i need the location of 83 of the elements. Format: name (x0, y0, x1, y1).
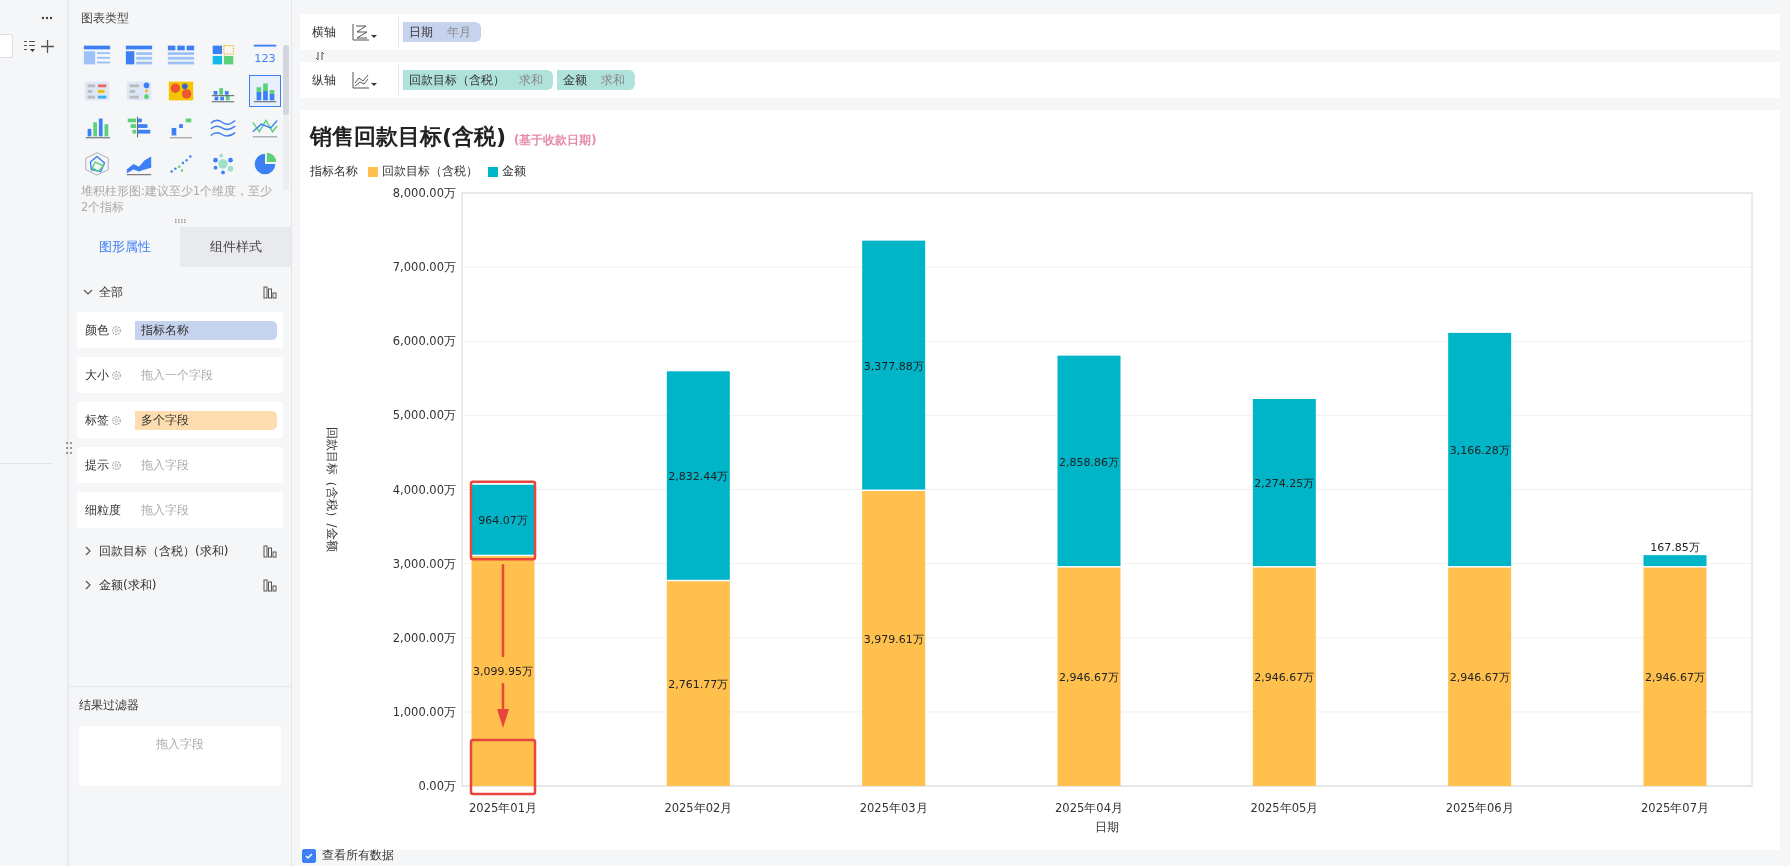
y-tick-label: 7,000.00万 (392, 260, 456, 275)
x-tick-label: 2025年02月 (664, 801, 733, 815)
y-tick-label: 8,000.00万 (392, 186, 456, 200)
sort-icon[interactable] (23, 39, 37, 53)
field-label: 颜色 (85, 321, 109, 339)
field-label: 提示 (85, 456, 109, 474)
bar-chart-icon[interactable] (263, 285, 277, 299)
data-label: 2,832.44万 (668, 470, 729, 484)
y-tick-label: 1,000.00万 (392, 704, 456, 719)
section-label: 全部 (99, 283, 124, 301)
data-label: 2,858.86万 (1059, 455, 1119, 469)
scrollbar[interactable] (283, 45, 289, 190)
field-pill[interactable]: 日期 年月 (403, 22, 481, 42)
chevron-down-icon[interactable] (83, 287, 93, 297)
chevron-right-icon[interactable] (83, 580, 93, 590)
chart-subtitle: (基于收款日期) (514, 133, 597, 148)
data-label: 2,946.67万 (1645, 670, 1705, 684)
axis-label: 纵轴 (311, 71, 337, 89)
chart-type-hint: 堆积柱形图:建议至少1个维度，至少2个指标 (81, 183, 274, 215)
field-pill[interactable]: 金额 求和 (557, 70, 635, 90)
resize-handle[interactable] (175, 219, 187, 223)
data-label: 3,099.95万 (473, 665, 533, 679)
settings-icon[interactable] (111, 324, 122, 336)
search-field[interactable] (0, 34, 13, 58)
y-tick-label: 5,000.00万 (392, 408, 456, 423)
data-label: 3,979.61万 (863, 632, 924, 646)
y-tick-label: 2,000.00万 (392, 630, 456, 645)
field-label: 细粒度 (85, 501, 121, 519)
swap-icon[interactable] (314, 51, 326, 61)
y-tick-label: 6,000.00万 (392, 334, 456, 349)
x-axis-title: 日期 (1095, 820, 1119, 834)
field-label: 标签 (85, 411, 109, 429)
legend-title: 指标名称 (310, 164, 358, 179)
data-label: 3,166.28万 (1449, 444, 1510, 458)
y-axis-title: 回款目标（含税）/金额 (325, 427, 339, 552)
checkbox-label: 查看所有数据 (322, 847, 394, 864)
zigzag-icon[interactable] (352, 23, 378, 41)
legend-label[interactable]: 金额 (502, 164, 526, 179)
legend-label[interactable]: 回款目标（含税） (382, 164, 478, 179)
x-tick-label: 2025年01月 (469, 801, 537, 815)
section-label: 金额(求和) (99, 576, 158, 594)
tab[interactable]: 组件样式 (180, 227, 291, 267)
x-tick-label: 2025年05月 (1250, 801, 1319, 815)
x-tick-label: 2025年03月 (859, 801, 928, 815)
field-pill[interactable]: 多个字段 (135, 410, 277, 430)
field-label: 大小 (85, 366, 109, 384)
y-tick-label: 0.00万 (418, 779, 456, 793)
y-tick-label: 3,000.00万 (392, 556, 456, 571)
data-label: 2,946.67万 (1449, 670, 1510, 684)
settings-icon[interactable] (111, 369, 122, 381)
chart-type-label: 123 (254, 51, 276, 65)
section-header[interactable]: 金额(求和) (77, 568, 283, 602)
bar-chart-icon[interactable] (263, 544, 277, 558)
axis-label: 横轴 (311, 23, 337, 41)
data-label: 2,946.67万 (1059, 670, 1119, 684)
panel-title: 图表类型 (81, 10, 130, 27)
section-header[interactable]: 全部 (77, 275, 283, 309)
x-tick-label: 2025年07月 (1641, 801, 1709, 815)
chart-title: 销售回款目标(含税) (310, 123, 507, 151)
field-pill[interactable]: 回款目标（含税） 求和 (403, 70, 553, 90)
data-label: 3,377.88万 (863, 359, 924, 373)
checkmark-icon (304, 850, 314, 861)
data-label: 2,761.77万 (668, 677, 729, 691)
settings-icon[interactable] (111, 414, 122, 426)
more-icon[interactable] (41, 16, 53, 20)
data-label: 2,274.25万 (1254, 477, 1315, 491)
filter-title: 结果过滤器 (79, 697, 140, 714)
resize-handle[interactable] (66, 442, 72, 454)
bar-chart-icon[interactable] (263, 578, 277, 592)
x-tick-label: 2025年06月 (1445, 801, 1514, 815)
data-label: 167.85万 (1650, 541, 1700, 555)
field-pill[interactable]: 指标名称 (135, 320, 277, 340)
line-chart-icon[interactable] (352, 71, 378, 89)
data-label: 2,946.67万 (1254, 670, 1315, 684)
section-label: 回款目标（含税）(求和) (99, 542, 230, 560)
y-tick-label: 4,000.00万 (392, 482, 456, 497)
x-tick-label: 2025年04月 (1055, 801, 1123, 815)
data-label: 964.07万 (478, 514, 528, 528)
highlight-box (469, 738, 537, 796)
add-icon[interactable] (41, 39, 54, 53)
chevron-right-icon[interactable] (83, 546, 93, 556)
settings-icon[interactable] (111, 459, 122, 471)
section-header[interactable]: 回款目标（含税）(求和) (77, 534, 283, 568)
